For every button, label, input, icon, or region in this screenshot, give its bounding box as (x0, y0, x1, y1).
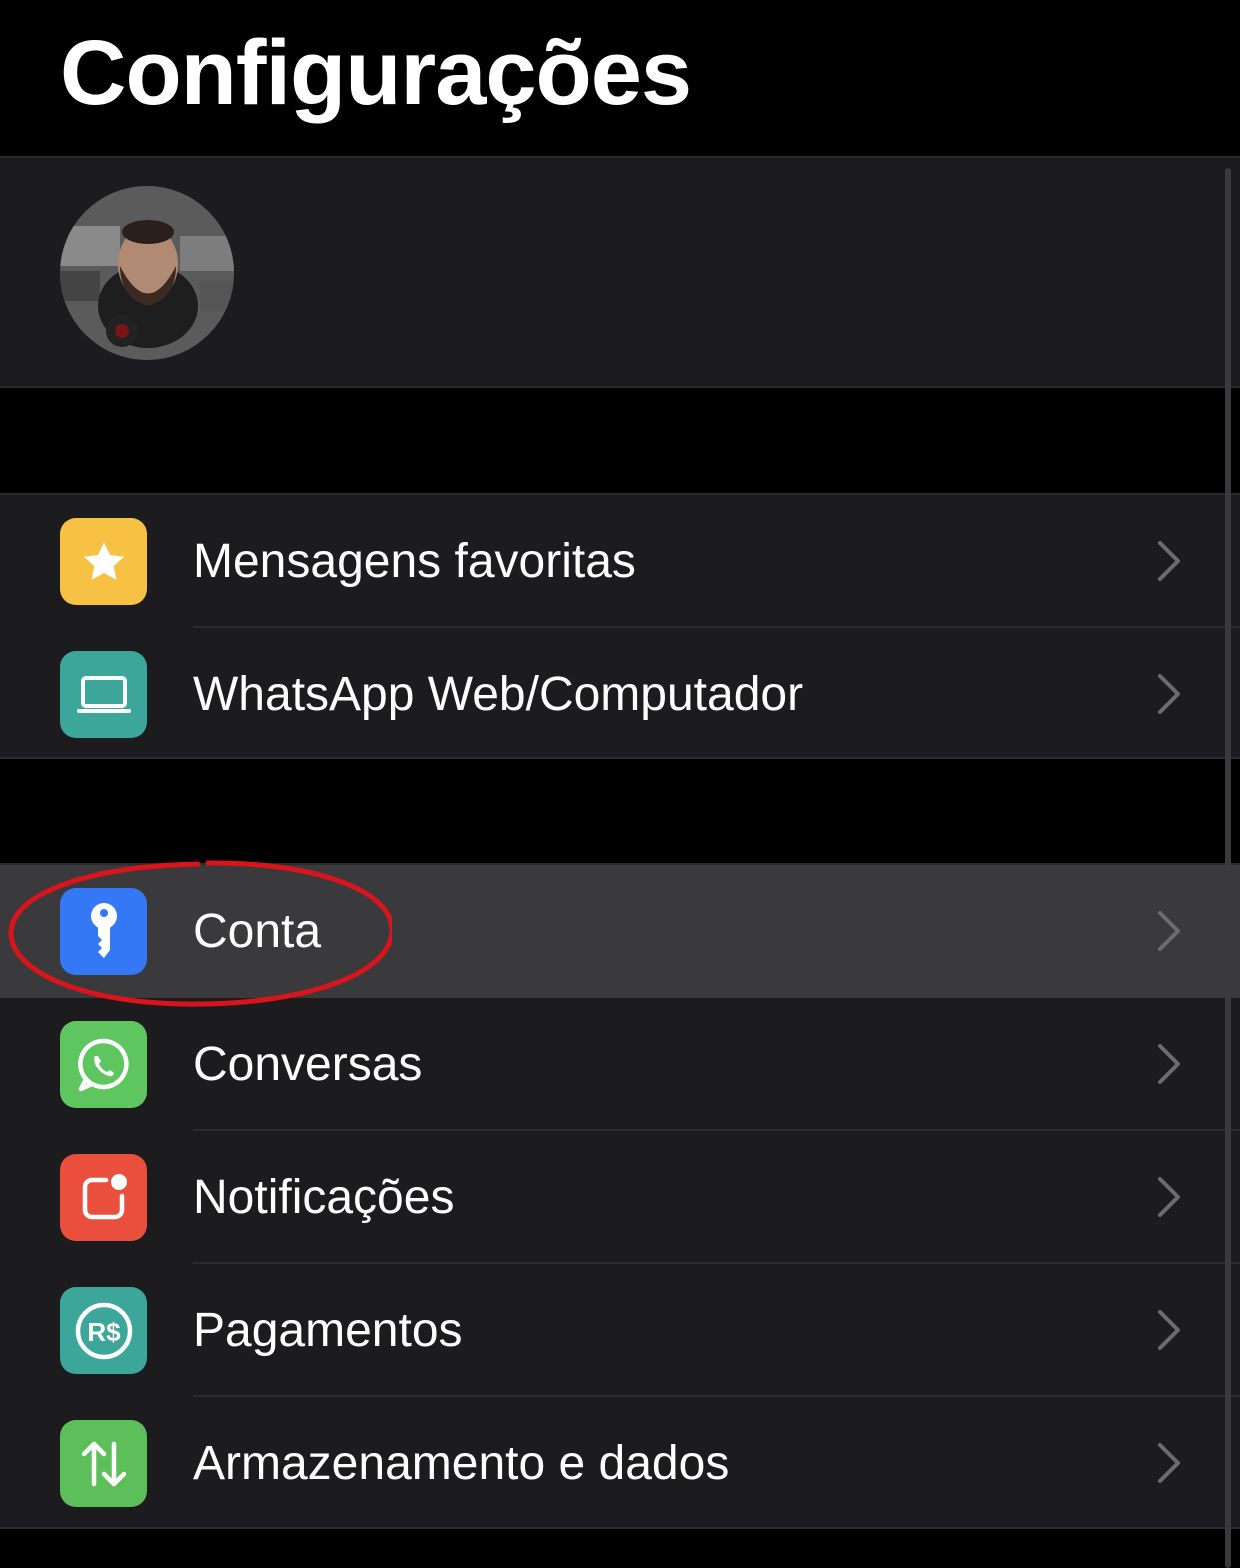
row-label: Pagamentos (193, 1304, 463, 1357)
row-label: Armazenamento e dados (193, 1437, 730, 1490)
row-label: Conta (193, 905, 322, 958)
real-currency-icon: R$ (60, 1287, 147, 1374)
svg-text:R$: R$ (87, 1317, 121, 1347)
settings-section: Conta Conversas Notificações R$ Pagament… (0, 863, 1240, 1529)
row-armazenamento[interactable]: Armazenamento e dados (0, 1397, 1240, 1530)
up-down-arrows-icon (60, 1420, 147, 1507)
favorites-web-section: Mensagens favoritas WhatsApp Web/Computa… (0, 493, 1240, 759)
avatar[interactable] (60, 186, 234, 360)
row-label: Notificações (193, 1171, 455, 1224)
chevron-right-icon (1158, 1310, 1180, 1350)
chevron-right-icon (1158, 911, 1180, 951)
chevron-right-icon (1158, 1044, 1180, 1084)
laptop-icon (60, 651, 147, 738)
row-conta[interactable]: Conta (0, 865, 1240, 998)
key-icon (60, 888, 147, 975)
row-notificacoes[interactable]: Notificações (0, 1131, 1240, 1264)
whatsapp-icon (60, 1021, 147, 1108)
profile-section[interactable] (0, 158, 1240, 388)
row-label: Conversas (193, 1038, 423, 1091)
chevron-right-icon (1158, 541, 1180, 581)
scrollbar[interactable] (1225, 168, 1231, 1568)
chevron-right-icon (1158, 1177, 1180, 1217)
row-label: Mensagens favoritas (193, 535, 636, 588)
page-title: Configurações (60, 22, 692, 124)
chevron-right-icon (1158, 1443, 1180, 1483)
row-whatsapp-web[interactable]: WhatsApp Web/Computador (0, 628, 1240, 761)
row-pagamentos[interactable]: R$ Pagamentos (0, 1264, 1240, 1397)
row-label: WhatsApp Web/Computador (193, 668, 804, 721)
star-icon (60, 518, 147, 605)
row-conversas[interactable]: Conversas (0, 998, 1240, 1131)
notification-badge-icon (60, 1154, 147, 1241)
row-mensagens-favoritas[interactable]: Mensagens favoritas (0, 495, 1240, 628)
navigation-header: Configurações (0, 0, 1240, 158)
chevron-right-icon (1158, 674, 1180, 714)
